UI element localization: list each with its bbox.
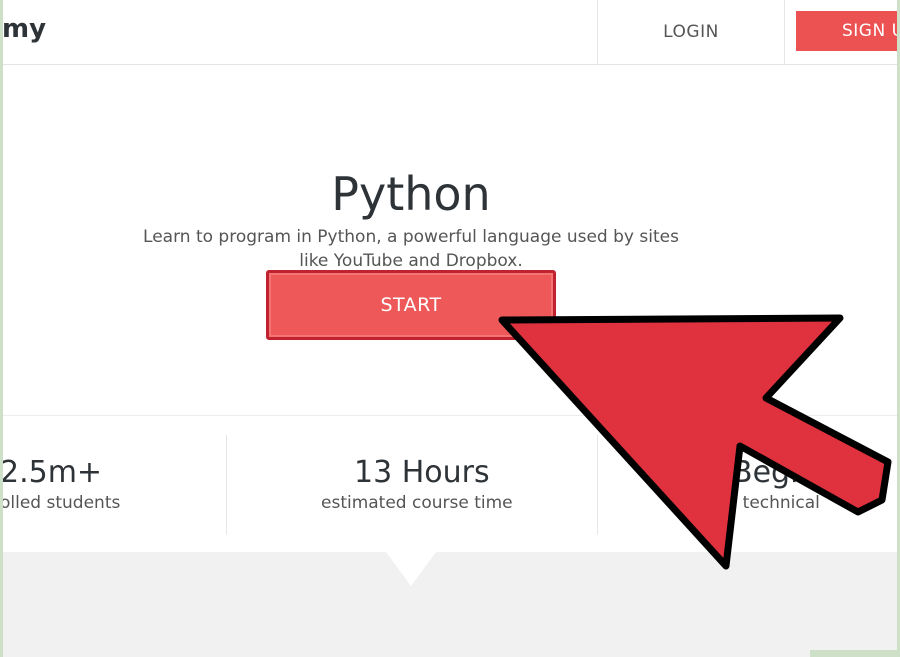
pointer-arrow-shape bbox=[498, 314, 892, 570]
stat-duration-value: 13 Hours bbox=[354, 455, 490, 490]
stat-enrolled-label: olled students bbox=[0, 493, 121, 513]
signup-button[interactable]: SIGN U bbox=[796, 11, 900, 51]
site-logo[interactable]: my bbox=[2, 14, 46, 44]
stat-enrolled-value: 2.5m+ bbox=[0, 455, 103, 490]
stat-level-label: ed technical bbox=[716, 493, 820, 513]
section-notch bbox=[386, 552, 436, 586]
window-left-border bbox=[0, 0, 3, 657]
stat-duration-label: estimated course time bbox=[321, 493, 513, 513]
stat-separator bbox=[226, 435, 227, 535]
course-description: Learn to program in Python, a powerful l… bbox=[143, 227, 679, 271]
stat-level-value: Begi bbox=[732, 455, 799, 490]
login-button[interactable]: LOGIN bbox=[597, 0, 785, 64]
stat-separator bbox=[597, 435, 598, 535]
lower-section-band bbox=[0, 552, 900, 657]
stats-divider bbox=[0, 415, 900, 416]
course-title: Python bbox=[331, 166, 491, 221]
start-button[interactable]: START bbox=[266, 270, 556, 340]
site-header: my LOGIN SIGN U bbox=[0, 0, 900, 65]
window-bottom-accent bbox=[810, 650, 900, 657]
